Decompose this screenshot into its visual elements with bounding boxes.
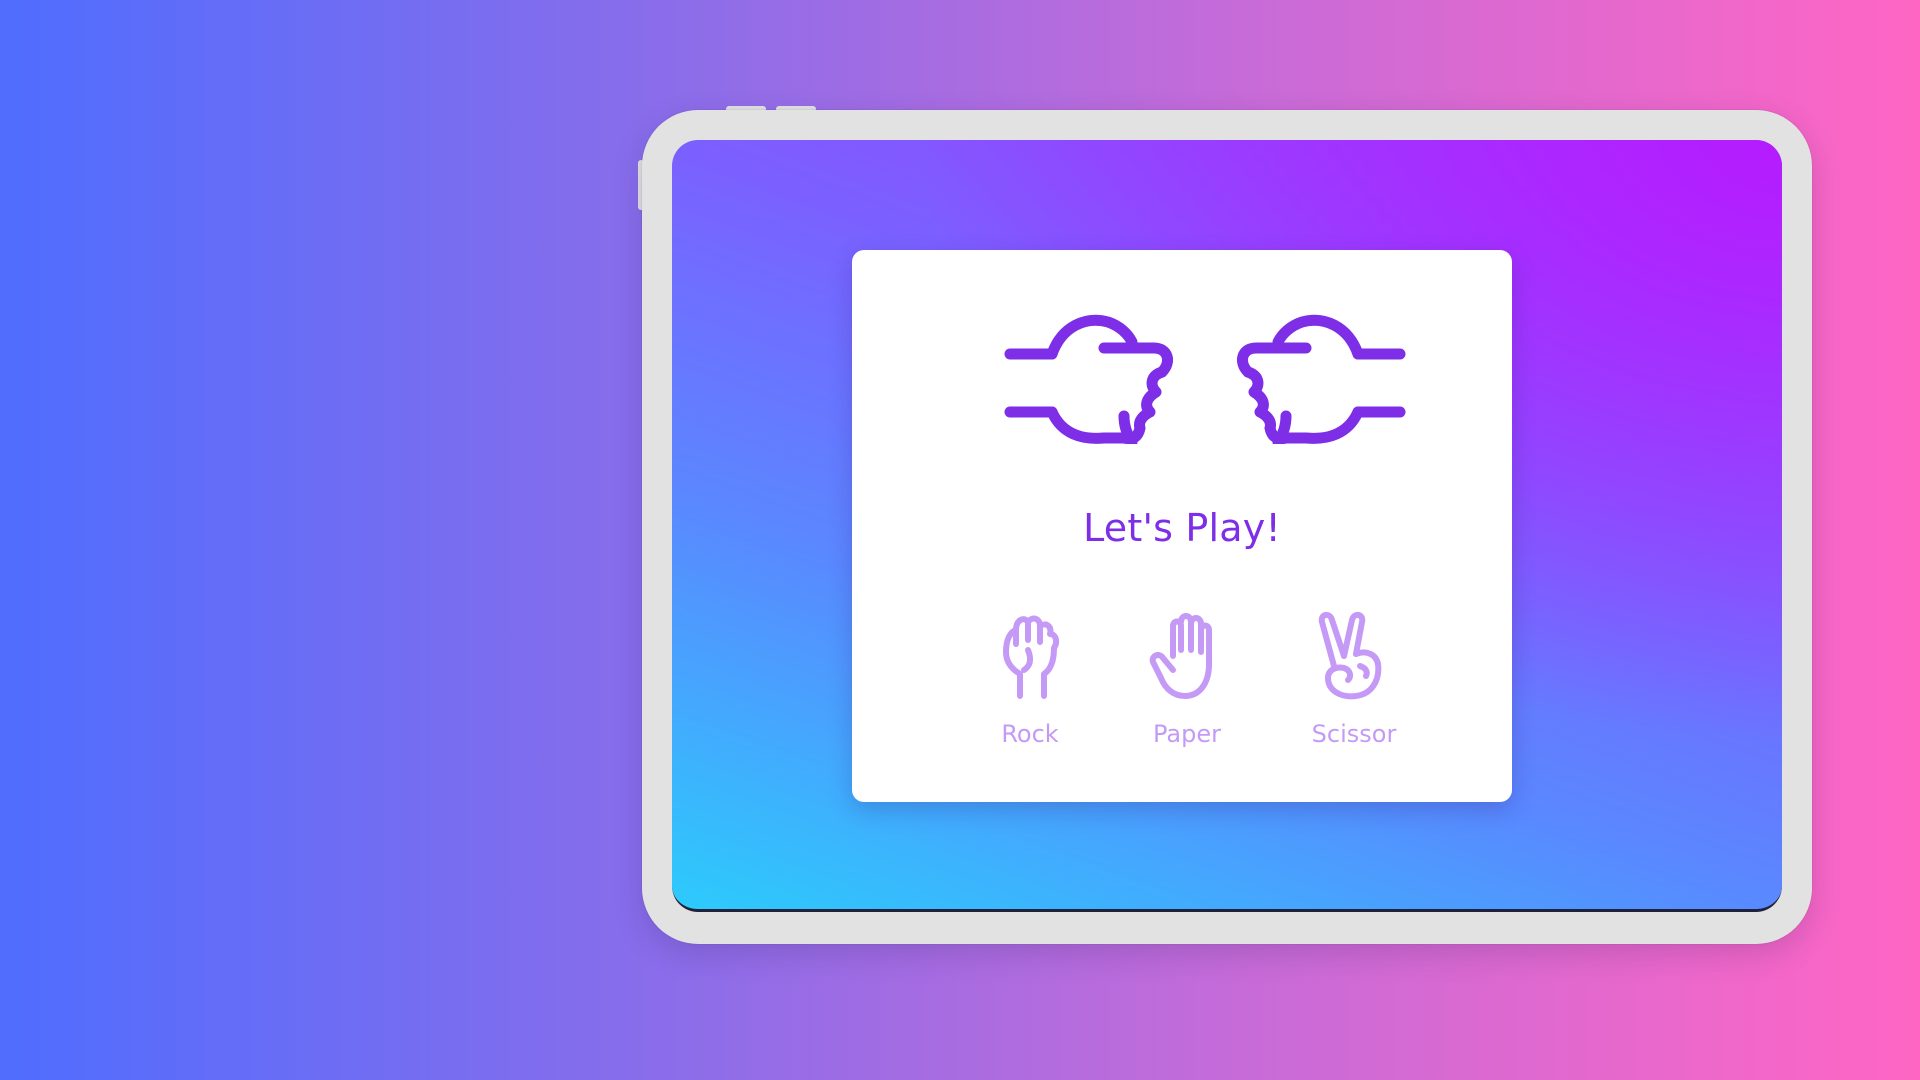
game-card: Let's Play! Rock Paper Scissor: [852, 250, 1512, 802]
paper-button[interactable]: Paper: [1127, 610, 1247, 760]
rock-hand-icon: [992, 610, 1068, 700]
player-fist-hand-icon: [1004, 312, 1178, 448]
scissor-label: Scissor: [1311, 720, 1397, 748]
paper-hand-icon: [1149, 610, 1225, 700]
rock-label: Rock: [1001, 720, 1059, 748]
paper-label: Paper: [1153, 720, 1221, 748]
rock-button[interactable]: Rock: [970, 610, 1090, 760]
computer-fist-hand-icon: [1232, 312, 1406, 448]
scissor-button[interactable]: Scissor: [1294, 610, 1414, 760]
game-title: Let's Play!: [1083, 506, 1281, 550]
scissor-hand-icon: [1316, 610, 1392, 700]
